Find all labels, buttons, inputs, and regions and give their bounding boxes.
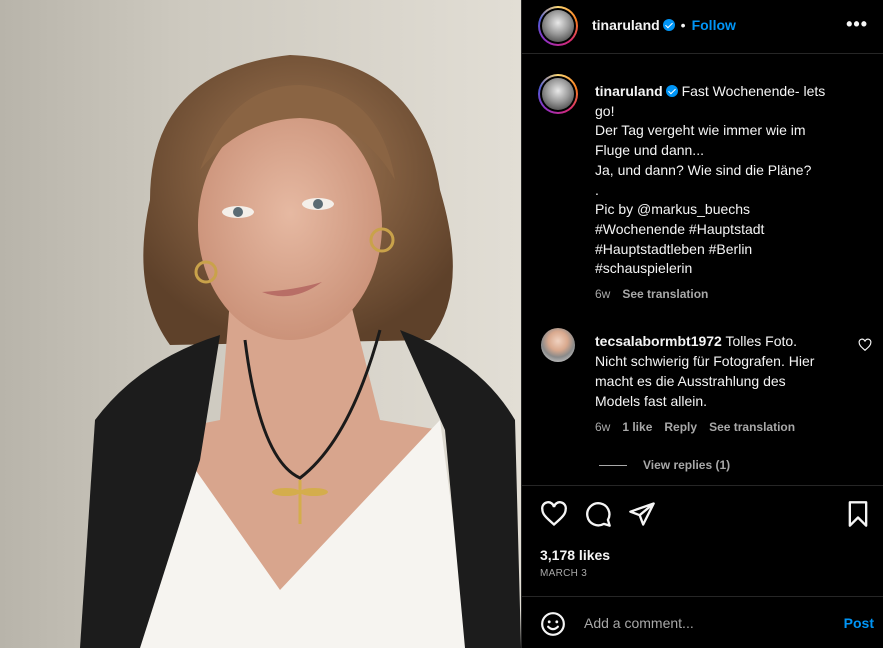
caption-text: tinaruland Fast Wochenende- lets go! Der… (595, 82, 865, 279)
comment-line: macht es die Ausstrahlung des (595, 373, 786, 389)
portrait-image (0, 0, 521, 648)
add-comment-bar: Post (522, 596, 883, 648)
post-actions: 3,178 likes MARCH 3 (522, 485, 883, 605)
share-send-icon[interactable] (628, 500, 656, 528)
caption-meta: 6w See translation (595, 287, 720, 301)
comment-line: Models fast allein. (595, 393, 708, 409)
save-bookmark-icon[interactable] (844, 500, 872, 528)
caption-line[interactable]: #schauspielerin (595, 259, 865, 279)
caption-line: Der Tag vergeht wie immer wie im (595, 122, 806, 139)
follow-button[interactable]: Follow (692, 17, 736, 33)
comment-input[interactable] (584, 612, 824, 634)
emoji-icon[interactable] (540, 611, 566, 637)
verified-badge-icon (662, 19, 675, 31)
caption-see-translation[interactable]: See translation (622, 287, 708, 301)
likes-count[interactable]: 3,178 likes (540, 547, 610, 563)
header-user-row: tinaruland • Follow (592, 17, 736, 33)
comment-line: Nicht schwierig für Fotografen. Hier (595, 353, 815, 369)
comment-meta: 6w 1 like Reply See translation (595, 420, 807, 434)
caption-username[interactable]: tinaruland (595, 83, 663, 99)
comment-text: tecsalabormbt1972 Tolles Foto. Nicht sch… (595, 331, 845, 411)
caption-line[interactable]: #Wochenende #Hauptstadt (595, 220, 865, 240)
comment-age: 6w (595, 420, 611, 434)
post-header: tinaruland • Follow ••• (522, 0, 883, 54)
comment-likes[interactable]: 1 like (622, 420, 652, 434)
post-photo[interactable] (0, 0, 521, 648)
caption-line: Fast Wochenende- lets (681, 83, 826, 99)
caption-line[interactable]: #Hauptstadtleben #Berlin (595, 240, 865, 260)
author-username[interactable]: tinaruland (592, 17, 660, 33)
like-heart-icon[interactable] (540, 500, 568, 528)
caption-line: go! (595, 102, 615, 119)
caption-line: Ja, und dann? Wie sind die Pläne? (595, 161, 812, 178)
caption-line: Fluge und dann... (595, 142, 704, 159)
comments-section: tinaruland Fast Wochenende- lets go! Der… (522, 55, 883, 485)
more-horizontal-icon[interactable]: ••• (846, 14, 868, 35)
caption-avatar[interactable] (538, 74, 578, 114)
comment-like-heart-icon[interactable] (858, 338, 872, 352)
comment-line: Tolles Foto. (725, 333, 798, 349)
caption-line: . (595, 181, 599, 198)
author-avatar[interactable] (538, 6, 578, 46)
comment-username[interactable]: tecsalabormbt1972 (595, 333, 722, 349)
separator-dot: • (680, 17, 686, 33)
view-replies-button[interactable]: View replies (1) (599, 458, 730, 472)
comment-see-translation[interactable]: See translation (709, 420, 795, 434)
comment-bubble-icon[interactable] (584, 500, 612, 528)
post-date: MARCH 3 (540, 568, 588, 579)
comment-reply-button[interactable]: Reply (664, 420, 697, 434)
commenter-avatar[interactable] (541, 328, 575, 362)
caption-line[interactable]: Pic by @markus_buechs (595, 200, 865, 220)
caption-age: 6w (595, 287, 611, 301)
post-sidebar: tinaruland • Follow ••• tinaruland Fast Wo… (521, 0, 883, 648)
post-comment-button[interactable]: Post (844, 615, 874, 631)
verified-badge-icon (665, 85, 678, 97)
